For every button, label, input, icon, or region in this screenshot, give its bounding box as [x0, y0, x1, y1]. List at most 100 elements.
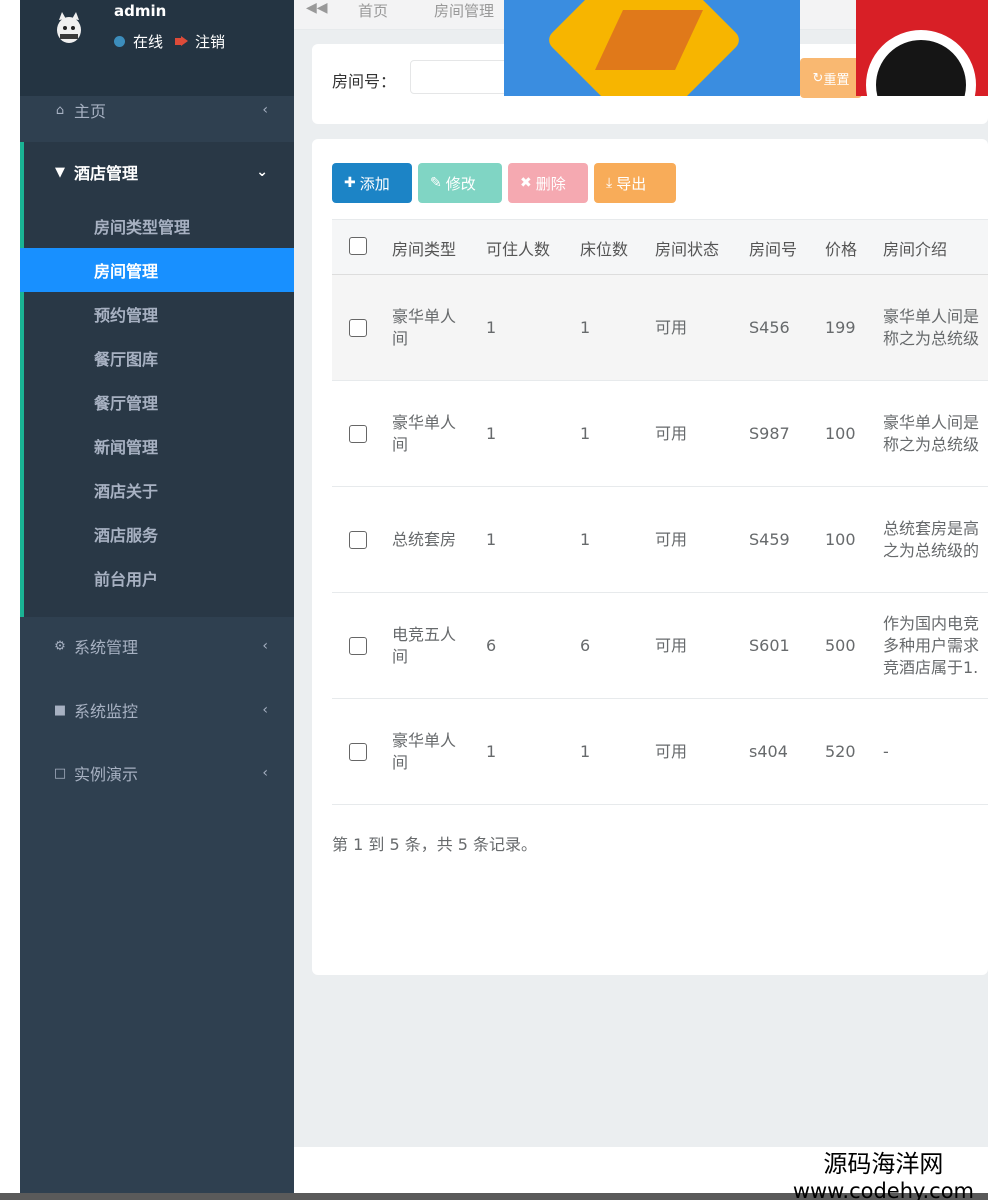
cell-text: 间	[392, 329, 409, 348]
watermark-url: www.codehy.com	[792, 1179, 974, 1200]
overlay-image	[504, 0, 800, 96]
reset-button[interactable]: ↻ 重置	[800, 58, 862, 98]
cell-text: 竞酒店属于1.	[883, 658, 979, 677]
tab-home[interactable]: 首页	[358, 0, 388, 21]
row-checkbox[interactable]	[349, 637, 367, 655]
cell-status: 可用	[655, 318, 688, 337]
cell-beds: 1	[580, 742, 591, 761]
cell-room-number: S456	[749, 318, 790, 337]
face-graphic	[866, 30, 976, 96]
cell-price: 199	[825, 318, 856, 337]
sidebar-item-label: 主页	[74, 102, 107, 121]
column-header[interactable]: 可住人数	[486, 220, 550, 276]
cell-text: 豪华单人	[392, 307, 457, 326]
cell-text: 称之为总统级	[883, 435, 980, 454]
sidebar-item-label: 实例演示	[74, 765, 139, 784]
sidebar-item-demo[interactable]: □ 实例演示 ‹	[20, 751, 294, 795]
add-button[interactable]: ✚ 添加	[332, 163, 412, 203]
column-header[interactable]: 床位数	[580, 220, 628, 276]
cell-text: 多种用户需求	[883, 636, 980, 655]
cell-price: 520	[825, 742, 856, 761]
sidebar-subitem-room[interactable]: 房间管理	[20, 248, 294, 292]
sidebar-subitem-frontend-users[interactable]: 前台用户	[20, 556, 294, 600]
sidebar-item-home[interactable]: ⌂ 主页 ‹	[20, 88, 294, 132]
gear-icon: ⚙	[54, 638, 66, 654]
delete-button[interactable]: ✖ 删除	[508, 163, 588, 203]
download-icon: ⤓	[606, 175, 613, 191]
sidebar-item-monitor[interactable]: ■ 系统监控 ‹	[20, 688, 294, 732]
table-row[interactable]: 电竞五人间 6 6 可用 S601 500 作为国内电竞 多种用户需求 竞酒店属于1.	[332, 593, 988, 699]
edit-icon: ✎	[430, 175, 442, 191]
room-number-label: 房间号：	[332, 72, 397, 91]
cell-text: 称之为总统级	[883, 329, 980, 348]
sidebar-item-label: 系统监控	[74, 702, 139, 721]
column-header[interactable]: 房间类型	[392, 220, 456, 276]
cell-text: 豪华单人	[392, 413, 457, 432]
sidebar-item-system[interactable]: ⚙ 系统管理 ‹	[20, 624, 294, 668]
sidebar-subitem-gallery[interactable]: 餐厅图库	[20, 336, 294, 380]
table-row[interactable]: 豪华单人间 1 1 可用 S987 100 豪华单人间是 称之为总统级	[332, 381, 988, 487]
select-all-checkbox[interactable]	[349, 237, 367, 255]
close-icon: ✖	[520, 175, 532, 191]
edit-button[interactable]: ✎ 修改	[418, 163, 502, 203]
cell-text: 之为总统级的	[883, 541, 980, 560]
cell-status: 可用	[655, 424, 688, 443]
tab-room-management[interactable]: 房间管理	[434, 0, 494, 21]
overlay-image	[856, 0, 988, 96]
cell-room-type: 总统套房	[392, 487, 470, 593]
cell-capacity: 1	[486, 530, 497, 549]
sidebar-subitem-booking[interactable]: 预约管理	[20, 292, 294, 336]
main-panel: ✚ 添加 ✎ 修改 ✖ 删除 ⤓ 导出 房间类型 可住人数 床位数 房间状态 房间号 价…	[312, 139, 988, 975]
row-checkbox[interactable]	[349, 425, 367, 443]
cell-price: 500	[825, 636, 856, 655]
cell-room-intro: 豪华单人间是 称之为总统级	[883, 381, 988, 487]
table-row[interactable]: 豪华单人间 1 1 可用 s404 520 -	[332, 699, 988, 805]
cell-text: -	[883, 742, 889, 761]
cell-text: 豪华单人间是	[883, 307, 980, 326]
sidebar: admin 在线 注销 ⌂ 主页 ‹ ▼ 酒店管理 ⌄ 房间类型管理 房间管理 …	[20, 0, 294, 1193]
cell-room-intro: 作为国内电竞 多种用户需求 竞酒店属于1.	[883, 593, 988, 699]
video-icon: ■	[53, 702, 67, 718]
cell-room-number: S601	[749, 636, 790, 655]
cell-text: 电竞五人	[392, 625, 457, 644]
cell-text: 豪华单人	[392, 731, 457, 750]
cell-text: 作为国内电竞	[883, 614, 980, 633]
sidebar-item-hotel[interactable]: ▼ 酒店管理 ⌄	[20, 150, 294, 194]
sidebar-subitem-news[interactable]: 新闻管理	[20, 424, 294, 468]
row-checkbox[interactable]	[349, 319, 367, 337]
cell-status: 可用	[655, 530, 688, 549]
table-row[interactable]: 豪华单人间 1 1 可用 S456 199 豪华单人间是 称之为总统级	[332, 275, 988, 381]
sidebar-subitem-about[interactable]: 酒店关于	[20, 468, 294, 512]
cell-price: 100	[825, 530, 856, 549]
avatar[interactable]	[56, 10, 82, 44]
watermark-title: 源码海洋网	[823, 1150, 944, 1178]
tab-scroll-left-icon[interactable]: ◀◀	[306, 0, 328, 16]
row-checkbox[interactable]	[349, 743, 367, 761]
chevron-left-icon: ‹	[262, 765, 268, 781]
sidebar-subitem-service[interactable]: 酒店服务	[20, 512, 294, 556]
cell-room-intro: 总统套房是高 之为总统级的	[883, 487, 988, 593]
sidebar-subitem-room-type[interactable]: 房间类型管理	[20, 204, 294, 248]
cell-capacity: 6	[486, 636, 497, 655]
cell-room-intro: 豪华单人间是 称之为总统级	[883, 275, 988, 381]
logout-link[interactable]: 注销	[195, 31, 225, 52]
column-header[interactable]: 房间号	[749, 220, 797, 276]
cell-text: 豪华单人间是	[883, 413, 980, 432]
chevron-down-icon: ⌄	[256, 164, 268, 180]
column-header[interactable]: 房间状态	[655, 220, 719, 276]
cell-room-number: S987	[749, 424, 790, 443]
column-header[interactable]: 房间介绍	[883, 220, 947, 276]
sidebar-subitem-restaurant[interactable]: 餐厅管理	[20, 380, 294, 424]
cell-room-number: s404	[749, 742, 788, 761]
cell-capacity: 1	[486, 318, 497, 337]
cell-beds: 1	[580, 530, 591, 549]
filter-icon: ▼	[55, 164, 65, 180]
sidebar-item-label: 系统管理	[74, 638, 139, 657]
watermark: 源码海洋网 www.codehy.com	[793, 1144, 974, 1200]
column-header[interactable]: 价格	[825, 220, 857, 276]
cell-room-intro: -	[883, 699, 988, 805]
export-button[interactable]: ⤓ 导出	[594, 163, 676, 203]
online-dot-icon	[114, 36, 125, 47]
row-checkbox[interactable]	[349, 531, 367, 549]
table-row[interactable]: 总统套房 1 1 可用 S459 100 总统套房是高 之为总统级的	[332, 487, 988, 593]
